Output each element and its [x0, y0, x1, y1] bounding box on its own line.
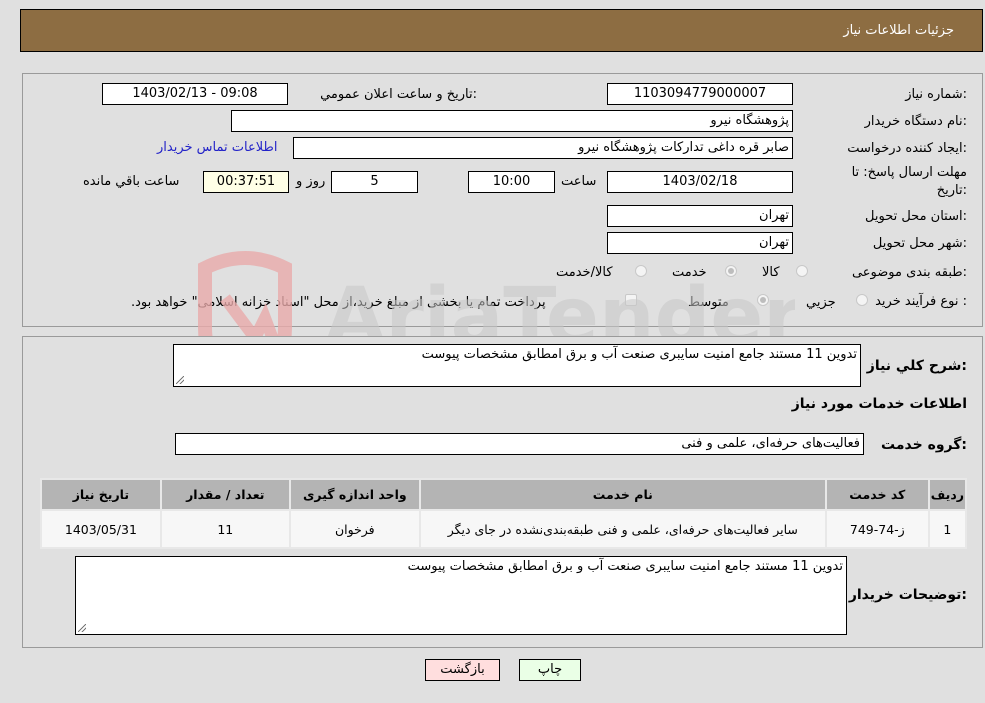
city-label: شهر محل تحويل: — [872, 236, 967, 251]
page-header: جزئیات اطلاعات نیاز — [20, 9, 983, 52]
category-option-goods-service: کالا/خدمت — [556, 265, 613, 280]
services-table: رديف کد خدمت نام خدمت واحد اندازه گيری ت… — [40, 478, 967, 549]
col-header-service-code: کد خدمت — [826, 480, 928, 509]
purchase-radio-minor[interactable] — [856, 294, 868, 306]
province-label: استان محل تحويل: — [865, 209, 967, 224]
province-field: تهران — [607, 205, 793, 227]
col-header-need-date: تاريخ نياز — [42, 480, 160, 509]
services-heading: اطلاعات خدمات مورد نياز — [791, 396, 967, 412]
requester-field: صابر قره داغی تدارکات پژوهشگاه نیرو — [293, 137, 793, 159]
category-option-goods: کالا — [762, 265, 780, 280]
back-button[interactable]: بازگشت — [425, 659, 500, 681]
requester-label: ايجاد کننده درخواست: — [847, 141, 967, 156]
deadline-label-line1: مهلت ارسال پاسخ: تا — [851, 165, 967, 180]
general-desc-textarea[interactable]: تدوین 11 مستند جامع امنیت سایبری صنعت آب… — [173, 344, 861, 387]
buyer-notes-label: توضيحات خريدار: — [848, 587, 967, 603]
cell-service-code: ز-74-749 — [826, 511, 928, 547]
page-title: جزئیات اطلاعات نیاز — [843, 23, 954, 38]
category-label: طبقه بندی موضوعی: — [851, 265, 967, 280]
col-header-service-name: نام خدمت — [420, 480, 825, 509]
purchase-option-minor: جزيي — [806, 295, 836, 310]
col-header-row-num: رديف — [929, 480, 965, 509]
treasury-note: پرداخت تمام يا بخشی از مبلغ خريد،از محل … — [131, 295, 546, 310]
col-header-quantity: تعداد / مقدار — [161, 480, 289, 509]
announce-datetime-label: تاریخ و ساعت اعلان عمومي: — [320, 87, 477, 102]
general-desc-label: شرح کلي نياز: — [866, 358, 967, 374]
resize-grip-icon[interactable] — [176, 376, 184, 384]
category-radio-service[interactable] — [725, 265, 737, 277]
deadline-date-field: 1403/02/18 — [607, 171, 793, 193]
deadline-label-line2: تاريخ: — [936, 183, 967, 198]
category-radio-goods-service[interactable] — [635, 265, 647, 277]
buyer-contact-link[interactable]: اطلاعات تماس خريدار — [157, 140, 277, 155]
time-remaining-label: ساعت باقي مانده — [83, 174, 180, 189]
time-remaining-field: 00:37:51 — [203, 171, 289, 193]
cell-row-num: 1 — [929, 511, 965, 547]
cell-quantity: 11 — [161, 511, 289, 547]
table-row: 1 ز-74-749 ساير فعاليت‌های حرفه‌ای، علمی… — [42, 511, 965, 547]
service-group-field: فعاليت‌های حرفه‌ای، علمی و فنی — [175, 433, 864, 455]
deadline-time-label: ساعت — [561, 174, 597, 189]
buyer-notes-text: تدوین 11 مستند جامع امنیت سایبری صنعت آب… — [407, 559, 843, 574]
buyer-org-label: نام دستگاه خريدار: — [864, 114, 967, 129]
purchase-radio-medium[interactable] — [757, 294, 769, 306]
days-remaining-field: 5 — [331, 171, 418, 193]
treasury-checkbox[interactable] — [625, 294, 637, 306]
buyer-notes-textarea[interactable]: تدوین 11 مستند جامع امنیت سایبری صنعت آب… — [75, 556, 847, 635]
purchase-option-medium: متوسط — [688, 295, 729, 310]
cell-service-name: ساير فعاليت‌های حرفه‌ای، علمی و فنی طبقه… — [420, 511, 825, 547]
col-header-unit: واحد اندازه گيری — [290, 480, 419, 509]
cell-need-date: 1403/05/31 — [42, 511, 160, 547]
need-number-label: شماره نیاز: — [905, 87, 967, 102]
city-field: تهران — [607, 232, 793, 254]
buyer-org-field: پژوهشگاه نيرو — [231, 110, 793, 132]
announce-datetime-field: 1403/02/13 - 09:08 — [102, 83, 288, 105]
purchase-type-label: نوع فرآيند خريد : — [875, 294, 967, 309]
category-radio-goods[interactable] — [796, 265, 808, 277]
days-label: روز و — [296, 174, 326, 189]
service-group-label: گروه خدمت: — [881, 437, 967, 453]
resize-grip-icon[interactable] — [78, 624, 86, 632]
deadline-time-field: 10:00 — [468, 171, 555, 193]
print-button[interactable]: چاپ — [519, 659, 581, 681]
need-number-field: 1103094779000007 — [607, 83, 793, 105]
table-header-row: رديف کد خدمت نام خدمت واحد اندازه گيری ت… — [42, 480, 965, 509]
cell-unit: فرخوان — [290, 511, 419, 547]
general-desc-text: تدوین 11 مستند جامع امنیت سایبری صنعت آب… — [421, 347, 857, 362]
category-option-service: خدمت — [672, 265, 707, 280]
